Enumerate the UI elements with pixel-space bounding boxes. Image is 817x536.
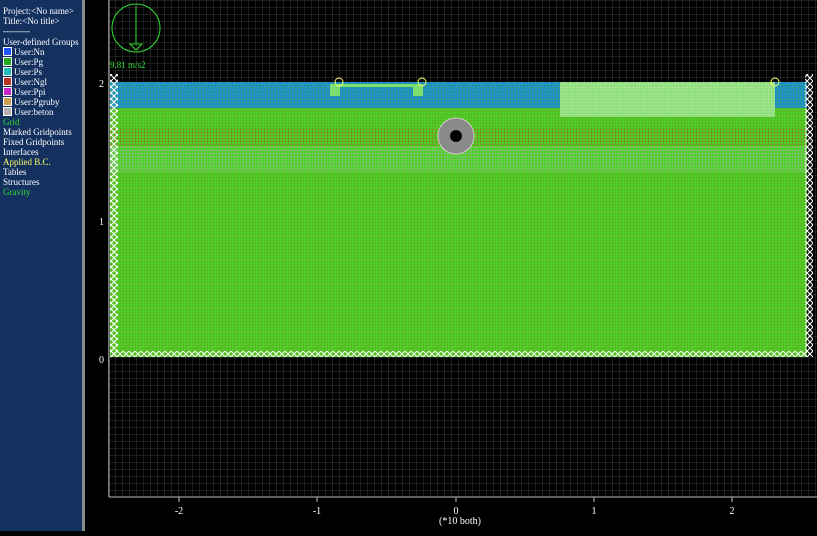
legend-group-item[interactable]: User:beton [3, 107, 54, 117]
legend-item[interactable]: Structures [3, 177, 40, 187]
right-fixed-boundary [805, 74, 813, 357]
legend-separator: --------- [3, 26, 30, 36]
legend-panel: Project:<No name> Title:<No title> -----… [0, 0, 82, 531]
legend-group-item[interactable]: User:Ppi [3, 87, 46, 97]
legend-item[interactable]: Fixed Gridpoints [3, 137, 64, 147]
y-tick-label: 0 [99, 355, 104, 366]
mesh-region-light [560, 82, 775, 117]
legend-swatch [3, 87, 12, 96]
legend-group-item[interactable]: User:Nn [3, 47, 45, 57]
gravity-label: 9.81 m/s2 [110, 60, 146, 70]
legend-group-item[interactable]: User:Ngl [3, 77, 47, 87]
legend-swatch [3, 77, 12, 86]
y-tick-label: 2 [99, 79, 104, 90]
x-tick-label: 1 [592, 506, 597, 517]
legend-item[interactable]: Applied B.C. [3, 157, 51, 167]
legend-group-item[interactable]: User:Pgruby [3, 97, 60, 107]
axis-scale-caption: (*10 both) [439, 516, 481, 527]
legend-group-label: User:Pgruby [14, 97, 60, 107]
legend-swatch [3, 97, 12, 106]
groups-header: User-defined Groups [3, 37, 79, 47]
title-label: Title:<No title> [3, 16, 60, 26]
splitter-gutter: 0 1 2 [85, 0, 108, 531]
legend-group-label: User:Ngl [14, 77, 47, 87]
legend-group-item[interactable]: User:Pg [3, 57, 43, 67]
model-plot[interactable]: 9.81 m/s2 -2 -1 0 1 2 (*10 both) [104, 0, 817, 531]
slab [340, 84, 413, 87]
legend-swatch [3, 107, 12, 116]
legend-item[interactable]: Gravity [3, 187, 31, 197]
legend-group-item[interactable]: User:Ps [3, 67, 42, 77]
x-tick-label: -2 [175, 506, 183, 517]
bottom-fixed-boundary [110, 351, 813, 357]
legend-item[interactable]: Grid [3, 117, 20, 127]
project-label: Project:<No name> [3, 6, 74, 16]
y-tick-label: 1 [99, 217, 104, 228]
tunnel-opening [450, 130, 462, 142]
legend-item[interactable]: Interfaces [3, 147, 38, 157]
legend-item[interactable]: Marked Gridpoints [3, 127, 72, 137]
legend-group-label: User:Ppi [14, 87, 46, 97]
left-fixed-boundary [110, 74, 118, 357]
legend-swatch [3, 67, 12, 76]
legend-item[interactable]: Tables [3, 167, 26, 177]
x-tick-label: -1 [313, 506, 321, 517]
legend-group-label: User:Ps [14, 67, 43, 77]
legend-swatch [3, 47, 12, 56]
x-tick-label: 2 [730, 506, 735, 517]
legend-group-label: User:Nn [14, 47, 45, 57]
legend-group-label: User:beton [14, 107, 54, 117]
legend-group-label: User:Pg [14, 57, 43, 67]
legend-swatch [3, 57, 12, 66]
